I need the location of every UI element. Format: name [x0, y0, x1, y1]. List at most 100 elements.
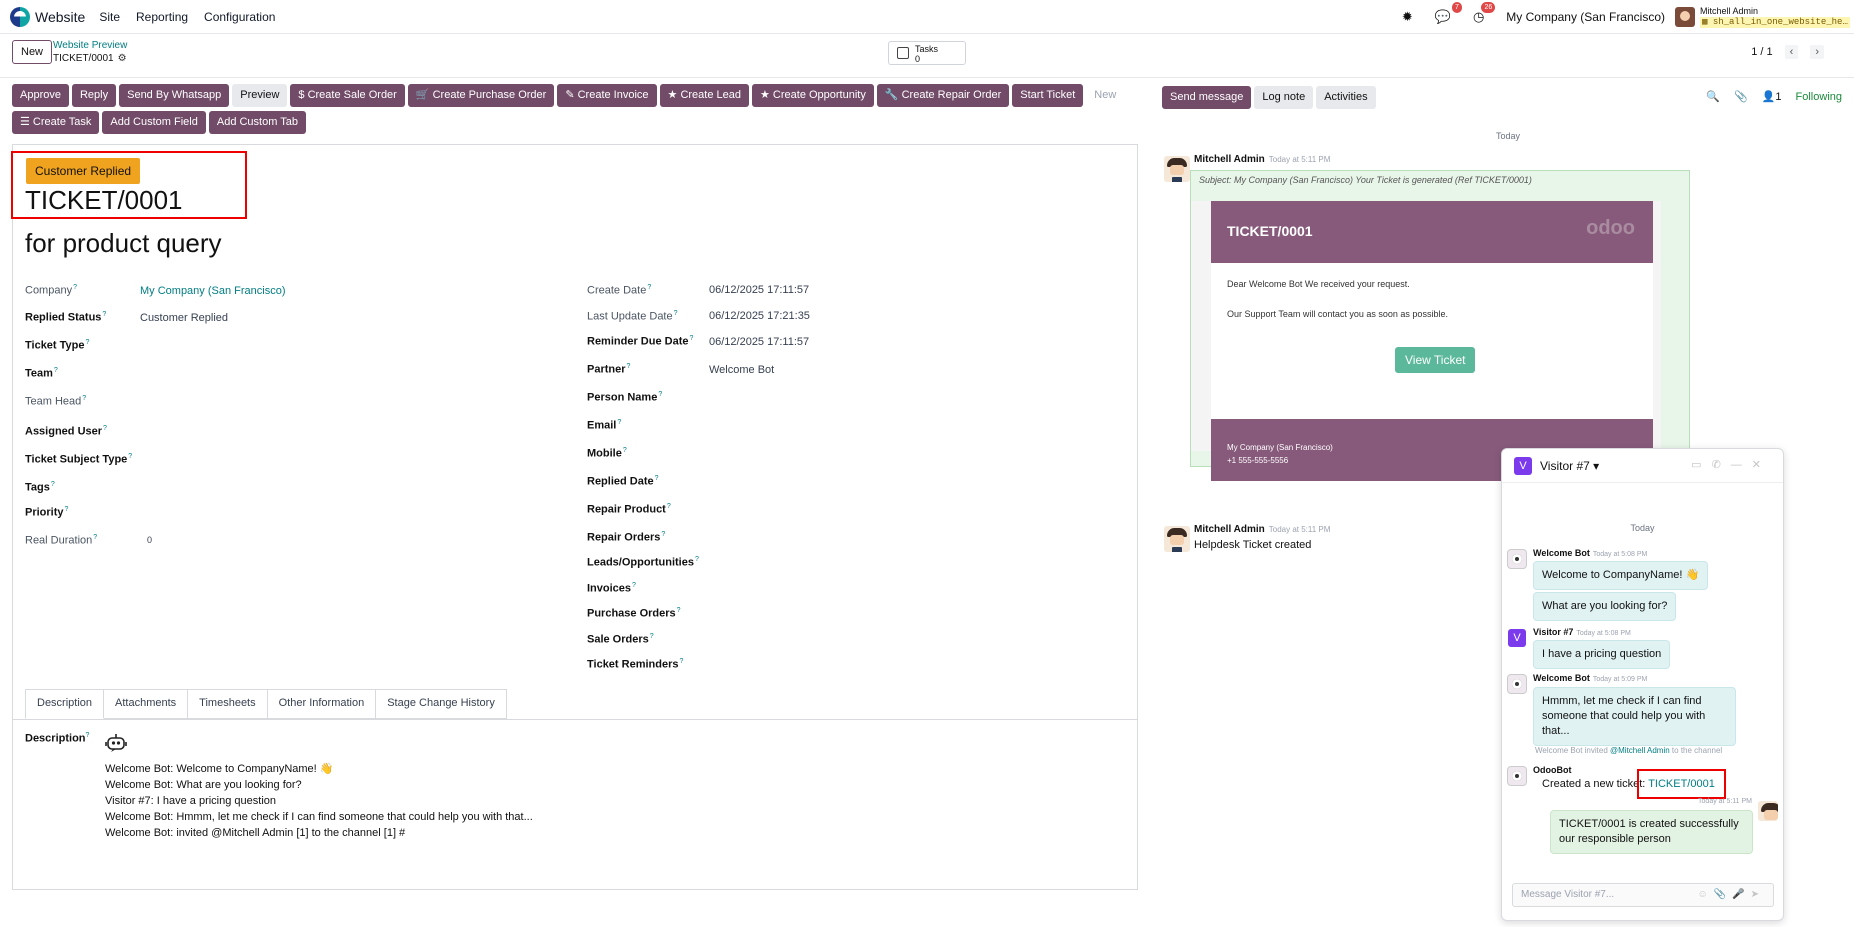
- chevron-left-icon[interactable]: ‹: [1784, 45, 1799, 59]
- tab-other-information[interactable]: Other Information: [267, 689, 377, 719]
- tab-attachments[interactable]: Attachments: [104, 689, 189, 719]
- gear-icon[interactable]: ⚙: [118, 53, 127, 64]
- tab-description[interactable]: Description: [25, 689, 105, 719]
- window-controls[interactable]: ▭✆—✕: [1691, 458, 1771, 471]
- menu-configuration[interactable]: Configuration: [204, 10, 275, 24]
- followers-button[interactable]: 👤1: [1762, 90, 1782, 103]
- tasks-smart-button[interactable]: Tasks 0: [888, 41, 966, 65]
- label-team-head: Team Head?: [25, 395, 87, 408]
- message-author: Mitchell Admin Today at 5:11 PM: [1194, 524, 1331, 535]
- user-avatar[interactable]: [1675, 7, 1695, 27]
- real-duration-value[interactable]: 0: [147, 535, 152, 545]
- description-line: Welcome Bot: Welcome to CompanyName! 👋: [105, 763, 334, 775]
- reminder-due-date-value[interactable]: 06/12/2025 17:11:57: [709, 336, 809, 348]
- create-task-button[interactable]: ☰ Create Task: [12, 111, 100, 134]
- bug-icon[interactable]: ✹: [1402, 9, 1413, 25]
- activities-icon[interactable]: ◷ 26: [1473, 2, 1496, 25]
- paperclip-icon[interactable]: 📎: [1734, 90, 1748, 103]
- send-message-button[interactable]: Send message: [1162, 86, 1252, 109]
- label-replied-status: Replied Status?: [25, 311, 107, 324]
- create-invoice-button[interactable]: ✎ Create Invoice: [557, 84, 657, 107]
- create-purchase-order-button[interactable]: 🛒 Create Purchase Order: [407, 84, 555, 107]
- log-note-button[interactable]: Log note: [1254, 86, 1314, 109]
- email-line: Our Support Team will contact you as soo…: [1227, 309, 1448, 319]
- partner-value[interactable]: Welcome Bot: [709, 364, 774, 376]
- visitor-avatar: V: [1508, 629, 1526, 647]
- label-priority: Priority?: [25, 506, 69, 519]
- label-mobile: Mobile?: [587, 447, 627, 460]
- activities-button[interactable]: Activities: [1316, 86, 1376, 109]
- app-logo[interactable]: Website: [10, 6, 85, 27]
- breadcrumb-current: TICKET/0001 ⚙: [53, 53, 127, 64]
- label-ticket-subject-type: Ticket Subject Type?: [25, 453, 133, 466]
- bot-avatar: [1507, 549, 1527, 569]
- messages-badge: 7: [1452, 2, 1462, 13]
- composer-icons[interactable]: ☺📎🎤➤: [1698, 889, 1766, 900]
- email-subject: Subject: My Company (San Francisco) Your…: [1199, 175, 1532, 185]
- chevron-right-icon[interactable]: ›: [1810, 45, 1824, 59]
- app-name[interactable]: Website: [35, 9, 85, 25]
- create-opportunity-button[interactable]: ★ Create Opportunity: [752, 84, 874, 107]
- status-new[interactable]: New: [1086, 84, 1125, 107]
- date-separator: Today: [1495, 131, 1521, 141]
- message-author: OdooBot: [1533, 765, 1572, 775]
- label-team: Team?: [25, 367, 58, 380]
- odoo-logo: odoo: [1586, 217, 1635, 239]
- author-avatar[interactable]: [1164, 156, 1190, 182]
- preview-button[interactable]: Preview: [232, 84, 288, 107]
- systray: ✹ 💬 7 ◷ 26 My Company (San Francisco) Mitc…: [1402, 0, 1854, 34]
- livechat-title[interactable]: Visitor #7 ▾: [1540, 459, 1599, 473]
- chat-bubble: Hmmm, let me check if I can find someone…: [1533, 687, 1736, 746]
- search-icon[interactable]: 🔍: [1706, 90, 1720, 103]
- label-real-duration: Real Duration?: [25, 534, 98, 547]
- odoobot-avatar: [1507, 766, 1527, 786]
- label-ticket-reminders: Ticket Reminders?: [587, 658, 684, 671]
- add-custom-tab-button[interactable]: Add Custom Tab: [208, 111, 306, 134]
- message-body: Helpdesk Ticket created: [1194, 539, 1312, 551]
- email-message: Subject: My Company (San Francisco) Your…: [1190, 170, 1690, 481]
- chat-bubble: TICKET/0001 is created successfully our …: [1550, 810, 1753, 854]
- tab-stage-change-history[interactable]: Stage Change History: [376, 689, 507, 719]
- company-value[interactable]: My Company (San Francisco): [140, 285, 286, 297]
- label-repair-product: Repair Product?: [587, 503, 671, 516]
- user-menu[interactable]: Mitchell Admin ▦ sh_all_in_one_website_h…: [1700, 6, 1850, 28]
- ticket-subject[interactable]: for product query: [25, 228, 222, 259]
- label-purchase-orders: Purchase Orders?: [587, 607, 681, 620]
- description-line: Welcome Bot: Hmmm, let me check if I can…: [105, 811, 533, 823]
- view-ticket-button[interactable]: View Ticket: [1395, 347, 1476, 373]
- new-record-button[interactable]: New: [12, 40, 53, 64]
- user-name: Mitchell Admin: [1700, 6, 1759, 16]
- create-repair-order-button[interactable]: 🔧 Create Repair Order: [876, 84, 1010, 107]
- email-title: TICKET/0001: [1227, 223, 1313, 239]
- reply-button[interactable]: Reply: [71, 84, 117, 107]
- chat-bubble: What are you looking for?: [1533, 592, 1677, 621]
- create-lead-button[interactable]: ★ Create Lead: [659, 84, 749, 107]
- author-avatar[interactable]: [1164, 526, 1190, 552]
- bot-avatar: [1507, 674, 1527, 694]
- following-button[interactable]: Following: [1796, 91, 1842, 103]
- database-tag: ▦ sh_all_in_one_website_he…: [1700, 17, 1850, 28]
- pager-value[interactable]: 1 / 1: [1751, 46, 1772, 58]
- description-line: Visitor #7: I have a pricing question: [105, 795, 277, 807]
- description-content[interactable]: Welcome Bot: Welcome to CompanyName! 👋 W…: [105, 761, 533, 841]
- send-whatsapp-button[interactable]: Send By Whatsapp: [119, 84, 230, 107]
- approve-button[interactable]: Approve: [12, 84, 69, 107]
- tab-timesheets[interactable]: Timesheets: [188, 689, 268, 719]
- start-ticket-button[interactable]: Start Ticket: [1012, 84, 1084, 107]
- menu-reporting[interactable]: Reporting: [136, 10, 188, 24]
- breadcrumb-parent[interactable]: Website Preview: [53, 40, 127, 51]
- company-switcher[interactable]: My Company (San Francisco): [1506, 10, 1665, 24]
- menu-site[interactable]: Site: [99, 10, 120, 24]
- message-input[interactable]: Message Visitor #7... ☺📎🎤➤: [1512, 883, 1774, 907]
- label-sale-orders: Sale Orders?: [587, 633, 654, 646]
- label-invoices: Invoices?: [587, 582, 636, 595]
- add-custom-field-button[interactable]: Add Custom Field: [102, 111, 206, 134]
- create-sale-order-button[interactable]: $ Create Sale Order: [290, 84, 405, 107]
- label-partner: Partner?: [587, 363, 631, 376]
- replied-status-value[interactable]: Customer Replied: [140, 312, 228, 324]
- description-label: Description?: [25, 732, 90, 745]
- label-company: Company?: [25, 284, 77, 297]
- messages-icon[interactable]: 💬 7: [1435, 2, 1462, 25]
- email-footer-phone: +1 555-555-5556: [1227, 456, 1289, 465]
- pager: 1 / 1 ‹ ›: [1751, 45, 1824, 59]
